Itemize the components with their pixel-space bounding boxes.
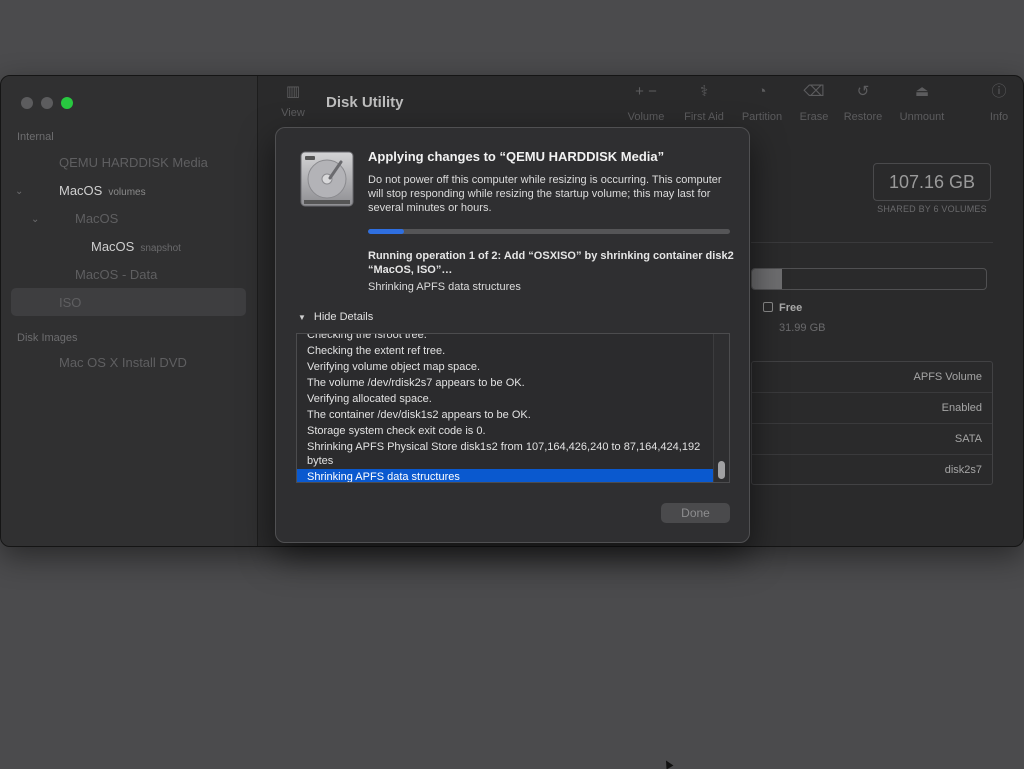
- restore-button[interactable]: ↺ Restore: [833, 81, 893, 123]
- log-line: The container /dev/disk1s2 appears to be…: [307, 409, 531, 421]
- hide-details-label: Hide Details: [313, 311, 374, 323]
- info-icon: ⓘ: [991, 83, 1007, 100]
- mouse-cursor-icon: [662, 758, 674, 769]
- log-line: Checking the fsroot tree.: [307, 333, 427, 341]
- log-line-selected[interactable]: Shrinking APFS data structures: [297, 469, 715, 482]
- operation-status: Shrinking APFS data structures: [368, 281, 521, 293]
- sidebar-item-macos-volume[interactable]: MacOS: [75, 211, 118, 226]
- capacity-value: 107.16 GB: [873, 163, 991, 201]
- sidebar-item-label: QEMU HARDDISK Media: [59, 155, 208, 170]
- volume-label: Volume: [627, 111, 665, 123]
- log-line: Checking the extent ref tree.: [307, 345, 446, 357]
- log-line: Storage system check exit code is 0.: [307, 425, 486, 437]
- restore-icon: ↺: [856, 83, 870, 100]
- sidebar-item-macos-container[interactable]: MacOS volumes: [59, 183, 146, 198]
- toolbar: ▥ View Disk Utility + − Volume ⚕ First A…: [258, 76, 1023, 128]
- info-row-connection: SATA: [752, 424, 992, 455]
- sidebar-item-sublabel: snapshot: [140, 243, 181, 254]
- sidebar-item-label: MacOS - Data: [75, 267, 158, 282]
- zoom-window-button[interactable]: [61, 97, 73, 109]
- operation-text: Running operation 1 of 2: Add “OSXISO” b…: [368, 250, 734, 276]
- unmount-button[interactable]: ⏏ Unmount: [892, 81, 952, 123]
- log-line: The volume /dev/rdisk2s7 appears to be O…: [307, 377, 525, 389]
- partition-button[interactable]: ◔ Partition: [732, 81, 792, 123]
- restore-label: Restore: [843, 111, 883, 123]
- sheet-title: Applying changes to “QEMU HARDDISK Media…: [368, 149, 665, 164]
- sidebar-item-iso[interactable]: ISO: [59, 295, 81, 310]
- free-label: Free: [779, 302, 803, 314]
- sidebar: Internal QEMU HARDDISK Media ⌄ MacOS volu…: [1, 76, 258, 546]
- details-log[interactable]: Checking the fsroot tree. Checking the e…: [296, 333, 730, 483]
- sidebar-item-sublabel: volumes: [108, 187, 146, 198]
- first-aid-button[interactable]: ⚕ First Aid: [674, 81, 734, 123]
- scrollbar-thumb[interactable]: [718, 461, 725, 479]
- sidebar-item-qemu-harddisk[interactable]: QEMU HARDDISK Media: [59, 155, 208, 170]
- divider: [751, 242, 993, 243]
- sidebar-section-disk-images: Disk Images: [17, 332, 78, 344]
- view-button[interactable]: ▥ View: [263, 81, 323, 119]
- chevron-down-icon[interactable]: ⌄: [15, 186, 23, 197]
- sidebar-selection-highlight: [11, 288, 246, 316]
- sidebar-item-macos-snapshot[interactable]: MacOS snapshot: [91, 239, 181, 254]
- first-aid-label: First Aid: [684, 111, 724, 123]
- sidebar-item-label: Mac OS X Install DVD: [59, 355, 187, 370]
- capacity-note: SHARED BY 6 VOLUMES: [877, 204, 987, 214]
- log-scrollbar[interactable]: [713, 334, 729, 482]
- stethoscope-icon: ⚕: [699, 83, 709, 100]
- usage-bar-fill: [752, 269, 783, 289]
- hard-disk-icon: [300, 151, 354, 207]
- info-row-type: APFS Volume: [752, 362, 992, 393]
- info-row-owners: Enabled: [752, 393, 992, 424]
- chevron-down-icon[interactable]: ⌄: [31, 214, 39, 225]
- usage-bar: [751, 268, 987, 290]
- free-swatch: [763, 302, 773, 312]
- eject-icon: ⏏: [914, 83, 930, 100]
- log-line: Shrinking APFS Physical Store disk1s2 fr…: [307, 441, 704, 467]
- unmount-label: Unmount: [899, 111, 945, 123]
- info-button[interactable]: ⓘ Info: [971, 81, 1023, 123]
- free-value: 31.99 GB: [779, 322, 826, 334]
- progress-bar: [368, 229, 730, 234]
- sidebar-item-label: MacOS: [91, 239, 135, 254]
- log-line: Verifying allocated space.: [307, 393, 432, 405]
- close-window-button[interactable]: [21, 97, 33, 109]
- hide-details-toggle[interactable]: ▼ Hide Details: [298, 311, 373, 323]
- pie-icon: ◔: [757, 83, 767, 100]
- sidebar-item-label: MacOS: [75, 211, 119, 226]
- log-list: Checking the fsroot tree. Checking the e…: [297, 333, 715, 482]
- sidebar-section-internal: Internal: [17, 131, 54, 143]
- info-table: APFS Volume Enabled SATA disk2s7: [751, 361, 993, 485]
- volume-button[interactable]: + − Volume: [616, 81, 676, 123]
- sidebar-item-label: MacOS: [59, 183, 103, 198]
- sidebar-item-install-dvd[interactable]: Mac OS X Install DVD: [59, 355, 187, 370]
- sidebar-item-label: ISO: [59, 295, 82, 310]
- view-label: View: [281, 107, 305, 119]
- sidebar-item-macos-data[interactable]: MacOS - Data: [75, 267, 157, 282]
- disclosure-triangle-icon: ▼: [298, 313, 306, 322]
- sheet-message: Do not power off this computer while res…: [368, 174, 722, 214]
- window-title: Disk Utility: [326, 94, 404, 111]
- minimize-window-button[interactable]: [41, 97, 53, 109]
- log-line: Verifying volume object map space.: [307, 361, 481, 373]
- free-legend: Free: [763, 302, 802, 314]
- progress-bar-fill: [368, 229, 405, 234]
- apply-changes-sheet: Applying changes to “QEMU HARDDISK Media…: [275, 127, 750, 543]
- plus-minus-icon: + −: [635, 83, 657, 100]
- partition-label: Partition: [741, 111, 783, 123]
- sidebar-toggle-icon: ▥: [285, 83, 301, 100]
- info-label: Info: [989, 111, 1009, 123]
- done-button[interactable]: Done: [661, 503, 730, 523]
- info-row-device: disk2s7: [944, 464, 982, 476]
